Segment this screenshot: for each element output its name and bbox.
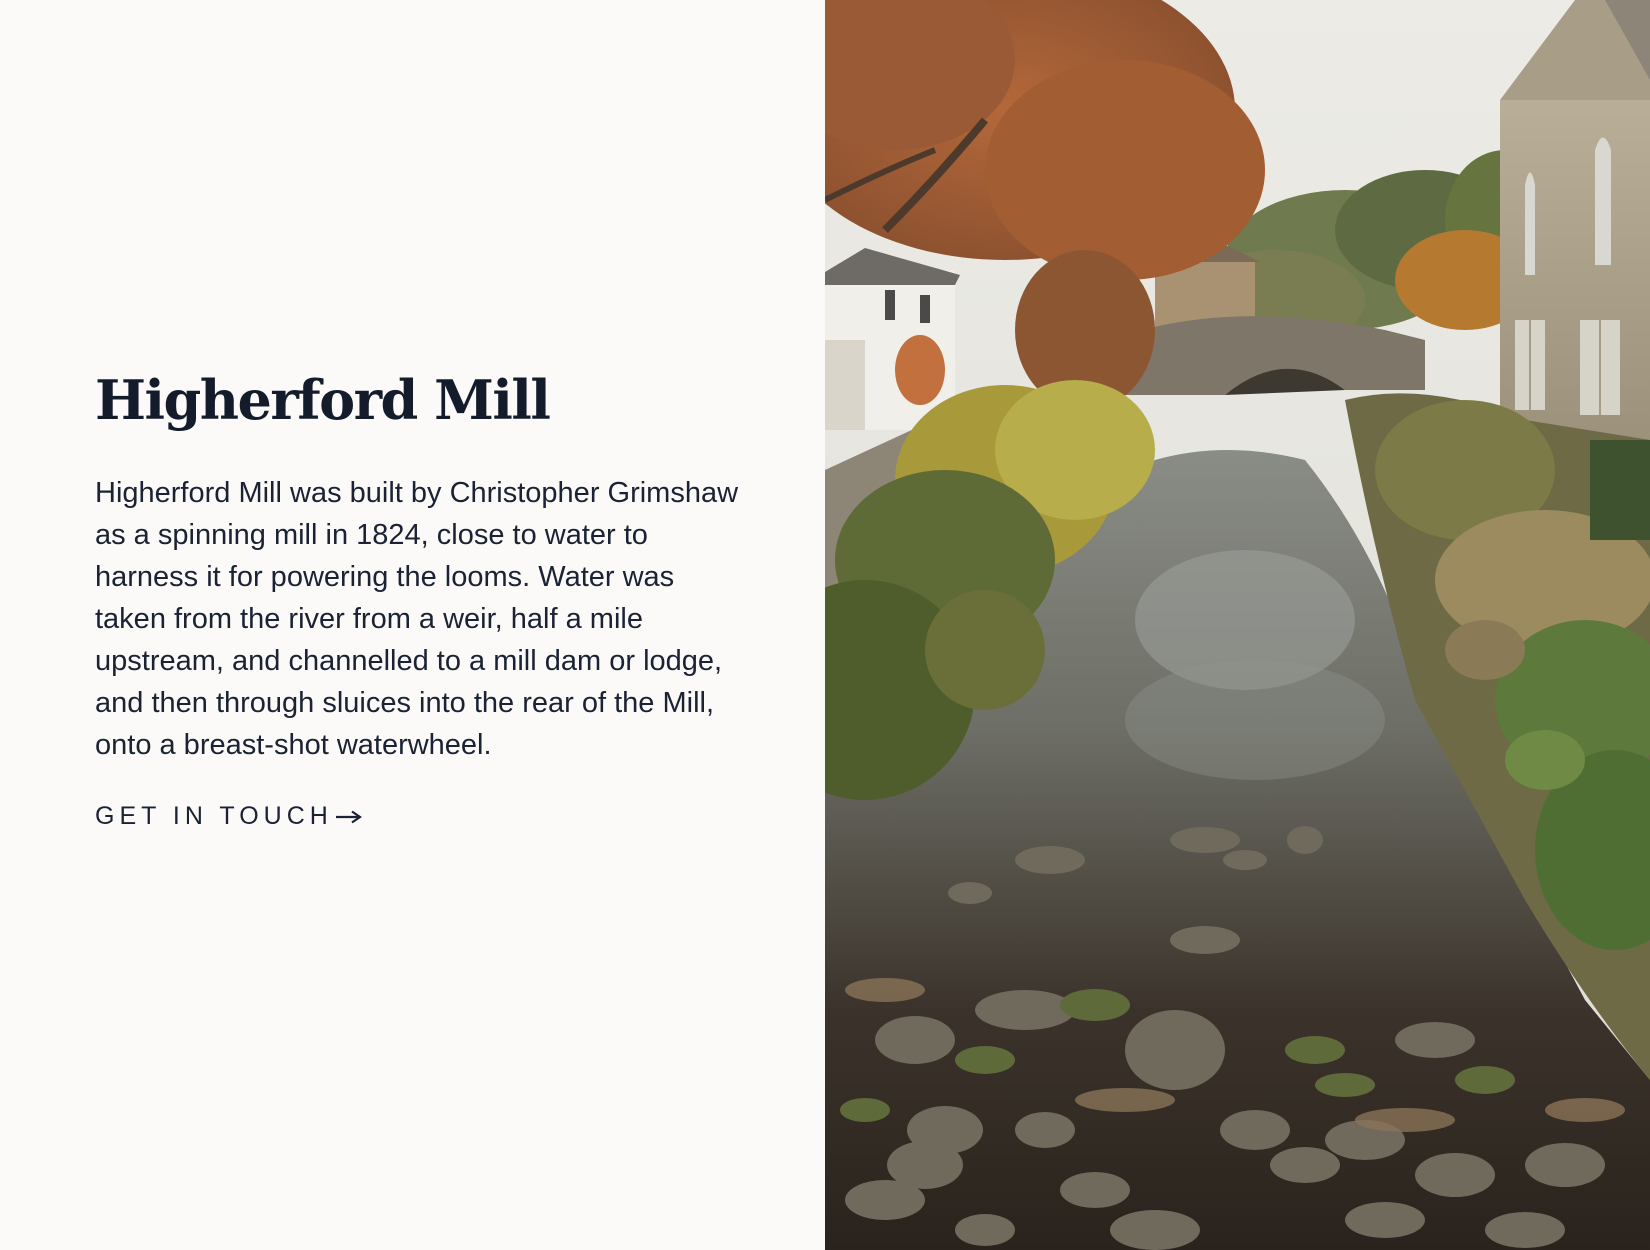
- text-panel: Higherford Mill Higherford Mill was buil…: [0, 0, 825, 1250]
- river-photo: [825, 0, 1650, 1250]
- section-heading: Higherford Mill: [95, 368, 551, 432]
- section-body-text: Higherford Mill was built by Christopher…: [95, 477, 739, 761]
- arrow-right-icon: [335, 810, 362, 823]
- river-scene-image: [825, 0, 1650, 1250]
- get-in-touch-link[interactable]: GET IN TOUCH: [95, 802, 363, 831]
- content-block: Higherford Mill Higherford Mill was buil…: [95, 365, 745, 831]
- get-in-touch-label: GET IN TOUCH: [95, 802, 333, 830]
- page: Higherford Mill Higherford Mill was buil…: [0, 0, 1650, 1250]
